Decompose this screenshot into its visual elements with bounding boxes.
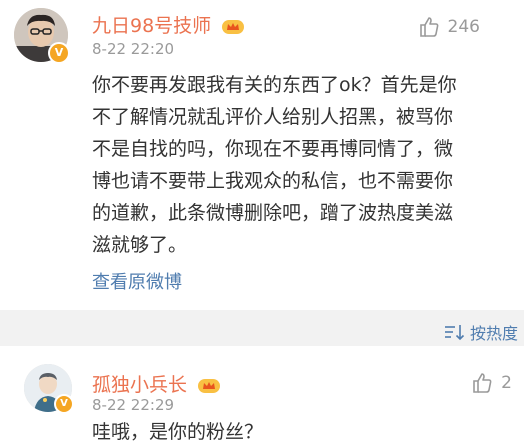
comment-text-line: 博也请不要带上我观众的私信，也不需要你 [92, 170, 454, 192]
username-text: 孤独小兵长 [92, 374, 188, 396]
vip-crown-icon [198, 378, 221, 393]
thumbs-up-icon [419, 17, 438, 37]
username-text: 九日98号技师 [92, 15, 212, 37]
thumbs-up-icon [473, 373, 492, 393]
like-button[interactable]: 2 [471, 372, 512, 394]
comment-time: 8-22 22:29 [92, 396, 175, 414]
verified-badge-icon: V [54, 394, 74, 414]
verified-badge-icon: V [48, 42, 70, 64]
avatar[interactable]: V [24, 364, 74, 414]
comment-text-line: 哇哦，是你的粉丝？ [92, 421, 264, 443]
sort-icon [444, 325, 465, 341]
avatar[interactable]: V [14, 8, 70, 64]
comment-item: V 九日98号技师 8-22 22:20 246 你不要再发跟我有关的东西了ok… [0, 0, 524, 310]
comment-username[interactable]: 孤独小兵长 [92, 370, 221, 397]
vip-crown-icon [222, 19, 245, 34]
like-count: 246 [447, 17, 480, 37]
like-count: 2 [501, 373, 512, 393]
view-original-link[interactable]: 查看原微博 [92, 268, 182, 294]
comment-text: 你不要再发跟我有关的东西了ok？首先是你 不了解情况就乱评价人给别人招黑，被骂你… [92, 69, 457, 261]
comment-text-line: 不了解情况就乱评价人给别人招黑，被骂你 [92, 106, 454, 128]
comment-time: 8-22 22:20 [92, 40, 175, 58]
like-button[interactable]: 246 [418, 16, 480, 38]
comment-text-line: 滋就够了。 [92, 234, 188, 256]
comment-text-line: 你不要再发跟我有关的东西了ok？首先是你 [92, 74, 457, 96]
comment-text: 哇哦，是你的粉丝？ [92, 416, 263, 448]
comment-item: V 孤独小兵长 8-22 22:29 2 哇哦，是你的粉丝？ [0, 346, 524, 443]
sort-label: 按热度 [469, 324, 518, 343]
comment-username[interactable]: 九日98号技师 [92, 11, 245, 38]
comment-text-line: 的道歉，此条微博删除吧，蹭了波热度美滋 [92, 202, 454, 224]
comment-text-line: 不是自找的吗，你现在不要再博同情了，微 [92, 138, 454, 160]
sort-by-hot-button[interactable]: 按热度 [444, 320, 518, 344]
